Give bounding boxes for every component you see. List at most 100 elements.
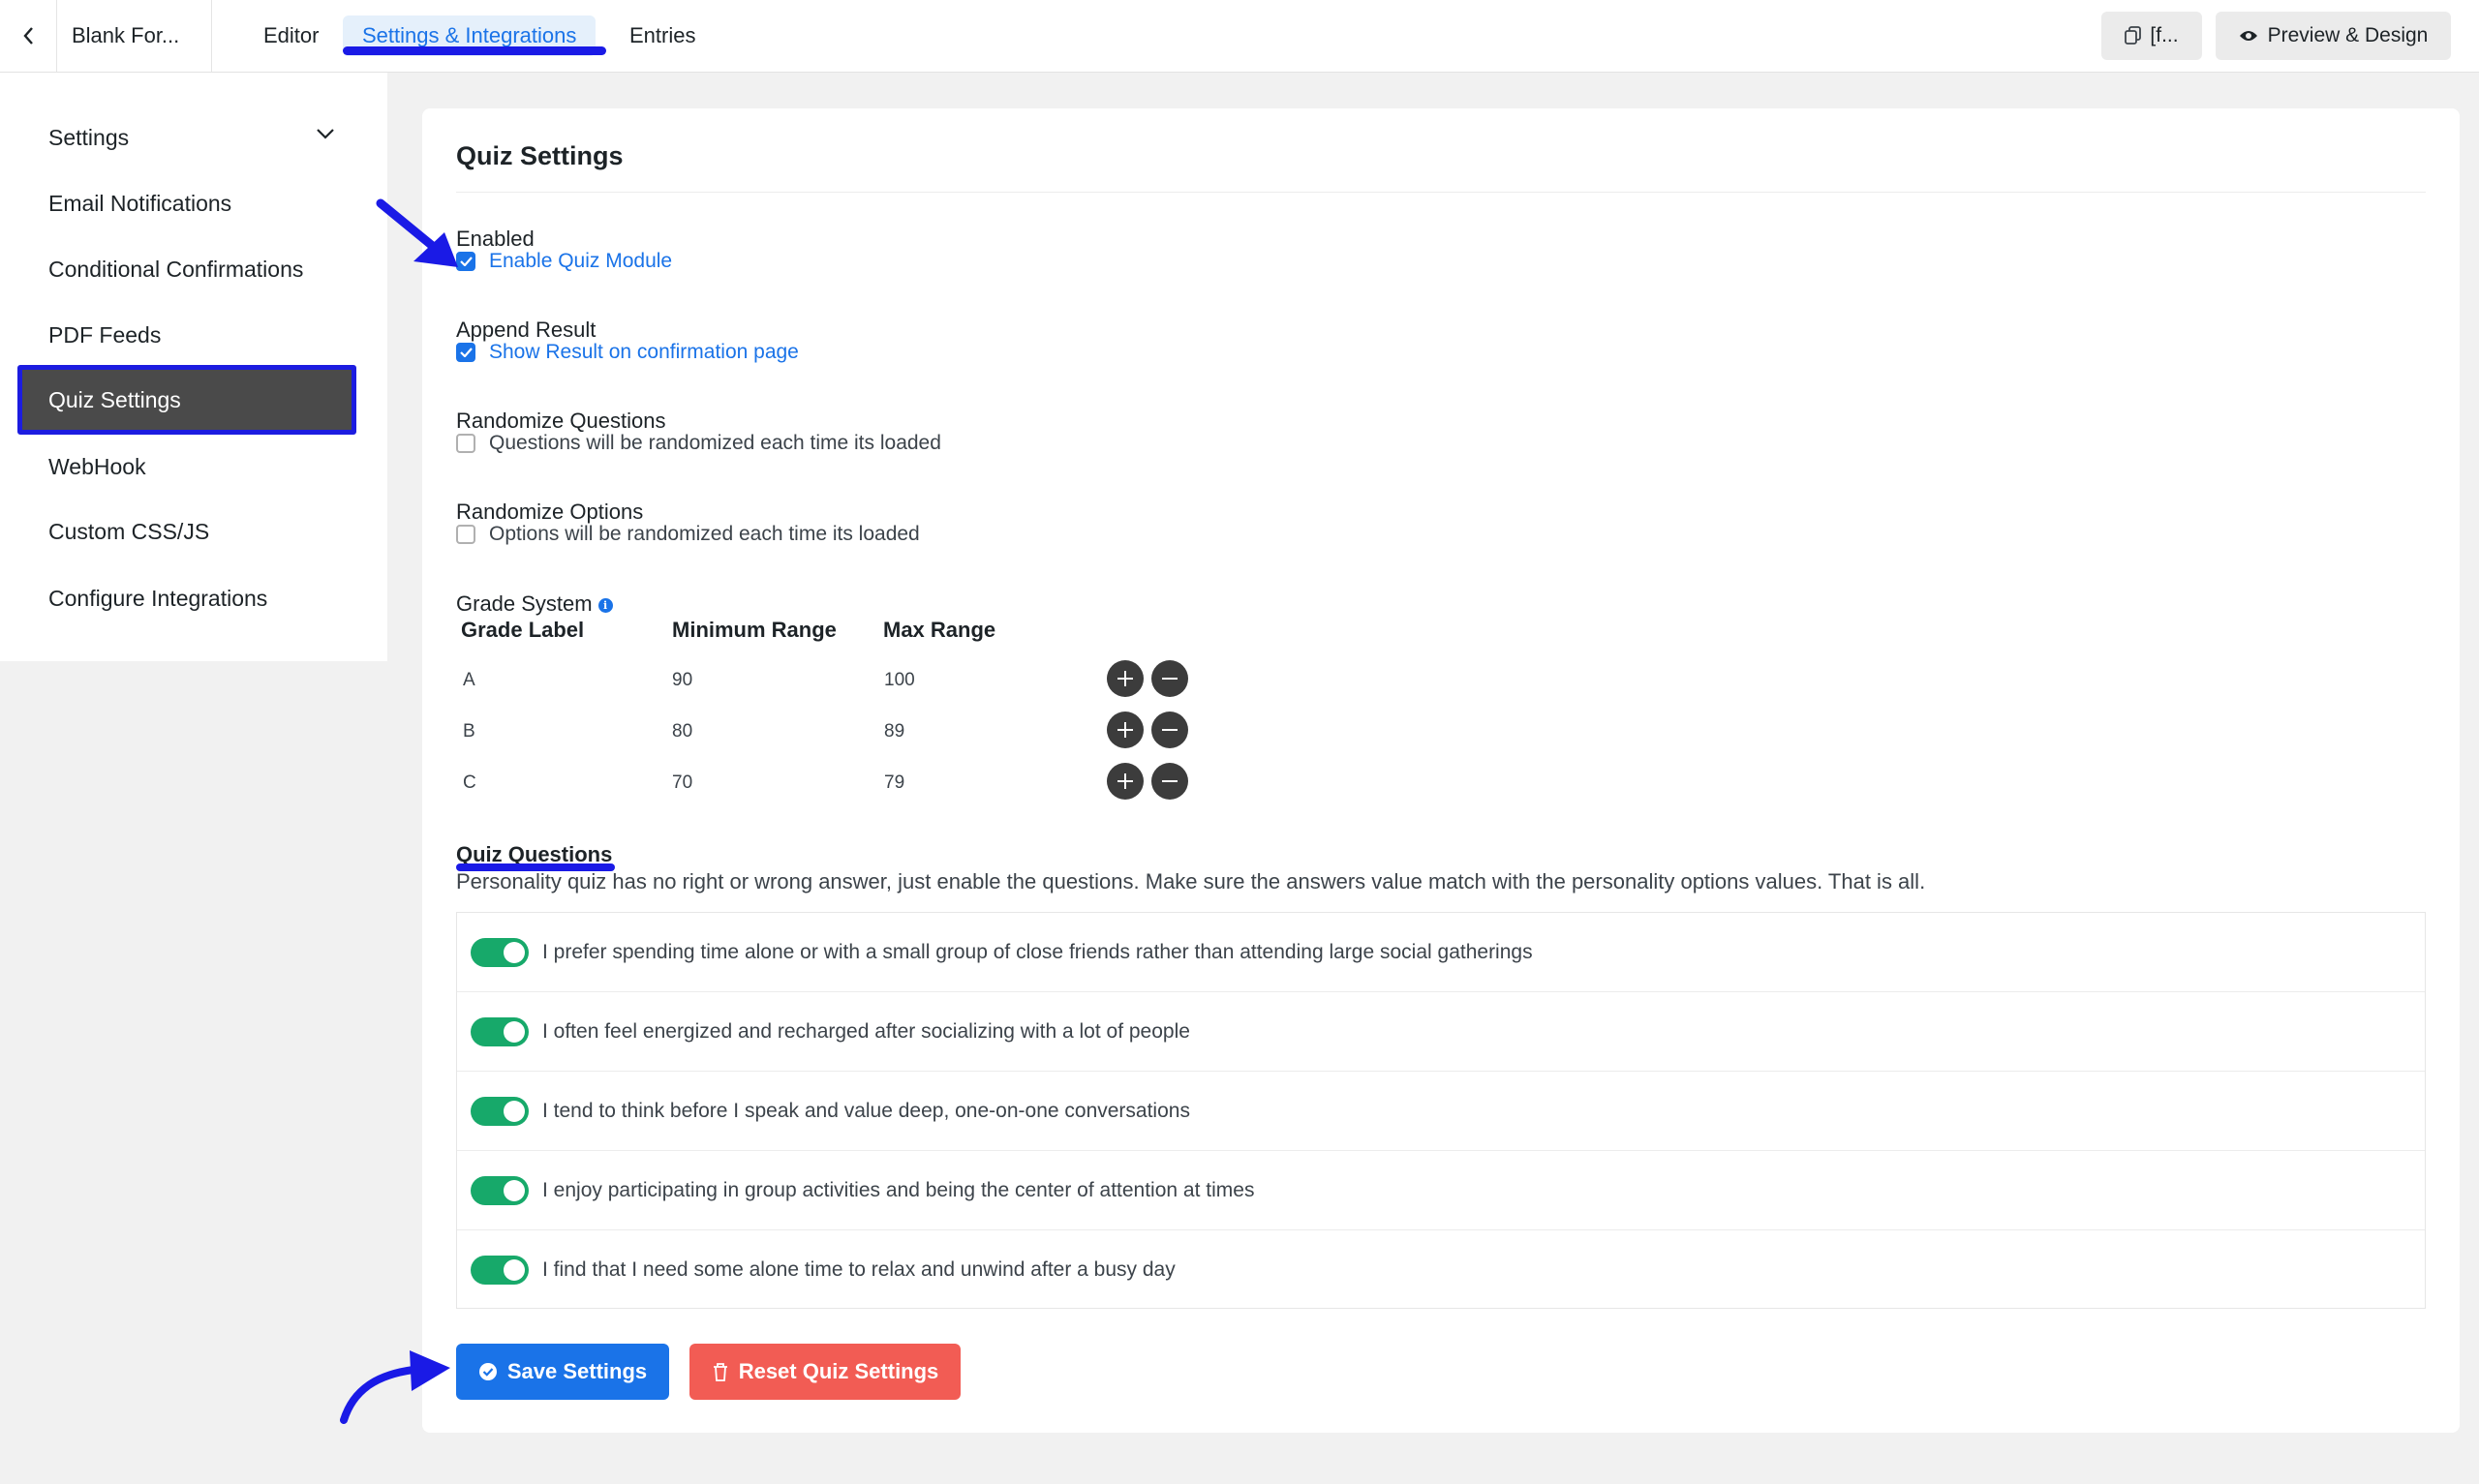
enable-quiz-module-label: Enable Quiz Module xyxy=(489,250,673,272)
chevron-down-icon xyxy=(317,129,334,139)
eye-icon xyxy=(2239,31,2257,41)
question-text: I prefer spending time alone or with a s… xyxy=(542,940,1533,963)
randomize-options-option[interactable]: Options will be randomized each time its… xyxy=(456,523,920,546)
preview-design-button[interactable]: Preview & Design xyxy=(2216,12,2451,60)
plus-icon xyxy=(1117,773,1133,789)
show-result-label: Show Result on confirmation page xyxy=(489,341,799,363)
add-grade-button[interactable] xyxy=(1107,712,1144,748)
grade-system-title: Grade System xyxy=(456,591,593,616)
sidebar-item-conditional-confirmations[interactable]: Conditional Confirmations xyxy=(17,234,356,304)
max-range-cell: 100 xyxy=(884,670,915,690)
save-settings-button[interactable]: Save Settings xyxy=(456,1344,669,1400)
check-circle-icon xyxy=(478,1363,497,1380)
append-result-label: Append Result xyxy=(456,318,597,342)
question-toggle[interactable] xyxy=(471,937,529,967)
randomize-questions-option[interactable]: Questions will be randomized each time i… xyxy=(456,432,941,455)
annotation-underline xyxy=(343,46,606,55)
reset-quiz-settings-button[interactable]: Reset Quiz Settings xyxy=(689,1344,961,1400)
remove-grade-button[interactable] xyxy=(1151,660,1188,697)
top-bar: Blank For... Editor Settings & Integrati… xyxy=(0,0,2479,73)
enable-quiz-module-option[interactable]: Enable Quiz Module xyxy=(456,250,672,273)
sidebar-item-settings[interactable]: Settings xyxy=(17,103,356,172)
divider xyxy=(456,192,2426,193)
form-title: Blank For... xyxy=(57,0,212,72)
grade-cell: B xyxy=(463,721,475,742)
annotation-arrow xyxy=(340,1350,450,1424)
sidebar-item-webhook[interactable]: WebHook xyxy=(17,432,356,501)
randomize-questions-checkbox[interactable] xyxy=(456,434,475,453)
tab-editor[interactable]: Editor xyxy=(244,15,338,56)
max-range-header: Max Range xyxy=(883,618,996,642)
max-range-cell: 79 xyxy=(884,772,905,793)
preview-design-label: Preview & Design xyxy=(2267,24,2429,46)
question-toggle[interactable] xyxy=(471,1256,529,1285)
minus-icon xyxy=(1162,780,1178,782)
plus-icon xyxy=(1117,671,1133,686)
plus-icon xyxy=(1117,722,1133,738)
question-text: I often feel energized and recharged aft… xyxy=(542,1019,1190,1043)
randomize-options-text: Options will be randomized each time its… xyxy=(489,523,920,545)
sidebar-item-label: PDF Feeds xyxy=(48,321,162,348)
add-grade-button[interactable] xyxy=(1107,763,1144,800)
sidebar-item-pdf-feeds[interactable]: PDF Feeds xyxy=(17,300,356,370)
min-range-cell: 90 xyxy=(672,670,693,690)
remove-grade-button[interactable] xyxy=(1151,763,1188,800)
sidebar-item-label: Custom CSS/JS xyxy=(48,518,210,544)
list-item: I find that I need some alone time to re… xyxy=(457,1230,2425,1310)
back-button[interactable] xyxy=(0,0,57,72)
min-range-cell: 80 xyxy=(672,721,693,742)
question-toggle[interactable] xyxy=(471,1096,529,1126)
quiz-questions-list: I prefer spending time alone or with a s… xyxy=(456,912,2426,1309)
grade-label-header: Grade Label xyxy=(461,618,585,642)
show-result-option[interactable]: Show Result on confirmation page xyxy=(456,341,799,364)
question-text: I enjoy participating in group activitie… xyxy=(542,1178,1255,1201)
list-item: I enjoy participating in group activitie… xyxy=(457,1151,2425,1230)
list-item: I often feel energized and recharged aft… xyxy=(457,992,2425,1072)
sidebar-item-configure-integrations[interactable]: Configure Integrations xyxy=(17,563,356,633)
shortcode-label: [f... xyxy=(2150,24,2179,46)
max-range-cell: 89 xyxy=(884,721,905,742)
list-item: I tend to think before I speak and value… xyxy=(457,1072,2425,1151)
randomize-questions-label: Randomize Questions xyxy=(456,409,666,433)
show-result-checkbox[interactable] xyxy=(456,343,475,362)
quiz-questions-description: Personality quiz has no right or wrong a… xyxy=(456,869,1926,893)
sidebar-item-label: Quiz Settings xyxy=(48,386,181,412)
add-grade-button[interactable] xyxy=(1107,660,1144,697)
sidebar-item-label: WebHook xyxy=(48,453,146,479)
info-icon[interactable]: i xyxy=(597,597,613,613)
chevron-left-icon xyxy=(23,27,33,45)
sidebar-item-email-notifications[interactable]: Email Notifications xyxy=(17,168,356,238)
copy-icon xyxy=(2125,26,2142,45)
min-range-header: Minimum Range xyxy=(672,618,837,642)
remove-grade-button[interactable] xyxy=(1151,712,1188,748)
minus-icon xyxy=(1162,729,1178,731)
sidebar-item-custom-css-js[interactable]: Custom CSS/JS xyxy=(17,497,356,566)
sidebar: Settings Email Notifications Conditional… xyxy=(0,73,387,661)
randomize-questions-text: Questions will be randomized each time i… xyxy=(489,432,941,454)
sidebar-item-quiz-settings[interactable]: Quiz Settings xyxy=(17,365,356,435)
reset-quiz-settings-label: Reset Quiz Settings xyxy=(738,1359,939,1383)
randomize-options-checkbox[interactable] xyxy=(456,525,475,544)
randomize-options-label: Randomize Options xyxy=(456,500,644,524)
sidebar-item-label: Configure Integrations xyxy=(48,585,268,611)
sidebar-item-label: Settings xyxy=(48,124,130,150)
page-title: Quiz Settings xyxy=(456,141,624,170)
grade-cell: A xyxy=(463,670,475,690)
trash-icon xyxy=(713,1363,727,1381)
question-text: I tend to think before I speak and value… xyxy=(542,1099,1190,1122)
grade-cell: C xyxy=(463,772,476,793)
grade-system-label: Grade System i xyxy=(456,591,613,617)
quiz-settings-card: Quiz Settings Enabled Enable Quiz Module… xyxy=(422,108,2460,1433)
save-settings-label: Save Settings xyxy=(506,1359,648,1383)
sidebar-item-label: Email Notifications xyxy=(48,190,232,216)
minus-icon xyxy=(1162,678,1178,680)
shortcode-button[interactable]: [f... xyxy=(2101,12,2202,60)
tab-entries[interactable]: Entries xyxy=(610,15,715,56)
annotation-arrow xyxy=(376,198,458,267)
question-text: I find that I need some alone time to re… xyxy=(542,1258,1176,1281)
question-toggle[interactable] xyxy=(471,1175,529,1205)
check-icon xyxy=(459,348,473,357)
min-range-cell: 70 xyxy=(672,772,693,793)
question-toggle[interactable] xyxy=(471,1016,529,1046)
sidebar-item-label: Conditional Confirmations xyxy=(48,256,304,282)
